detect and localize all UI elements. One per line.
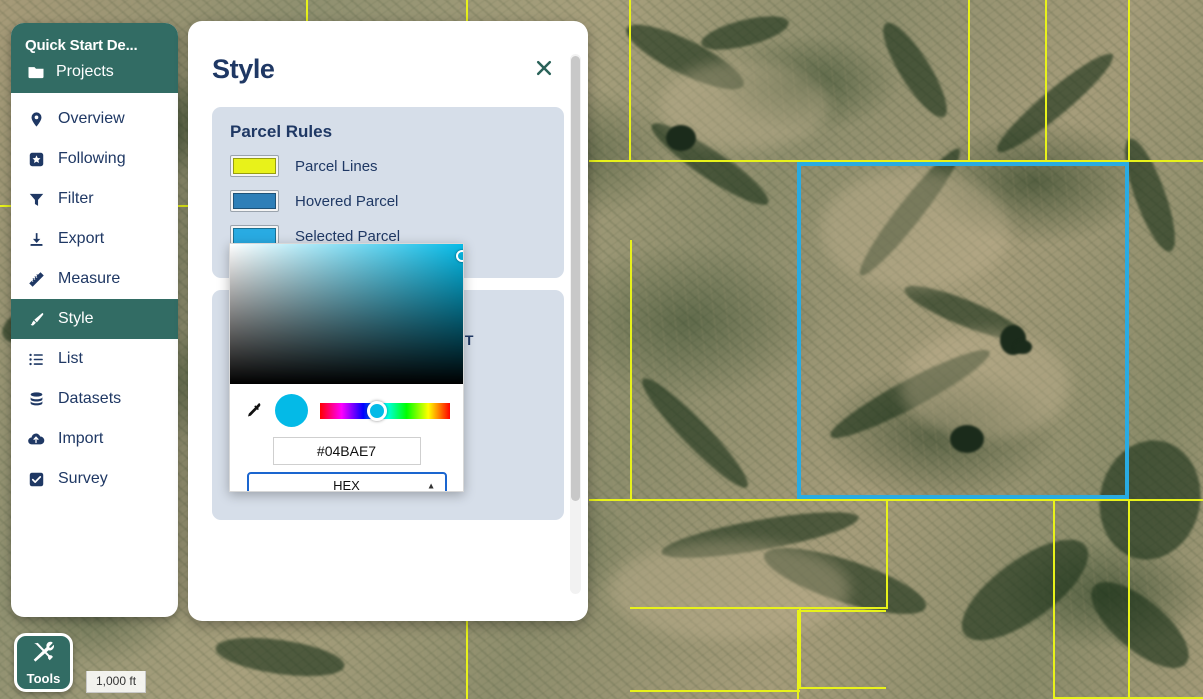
map-pin-icon	[27, 110, 45, 128]
parcel-line	[1128, 0, 1130, 160]
sidebar-item-label: Measure	[58, 270, 121, 287]
parcel-line	[799, 687, 886, 689]
sidebar-item-label: Filter	[58, 190, 94, 207]
navigation-sidebar: Quick Start De... Projects Overview Foll…	[11, 23, 178, 617]
parcel-line	[886, 499, 888, 609]
sidebar-menu: Overview Following Filter Export Measure	[11, 93, 178, 499]
parcel-line	[1053, 499, 1055, 699]
eyedropper-icon[interactable]	[243, 401, 263, 421]
sidebar-item-label: Survey	[58, 470, 108, 487]
sidebar-item-filter[interactable]: Filter	[11, 179, 178, 219]
sidebar-item-projects[interactable]: Projects	[11, 62, 178, 83]
rule-label: Parcel Lines	[295, 157, 378, 175]
database-icon	[27, 390, 45, 408]
sidebar-item-label: Datasets	[58, 390, 122, 407]
color-picker-popover: HEX ◂	[229, 243, 464, 492]
parcel-line	[799, 607, 801, 687]
swatch-fill	[233, 158, 276, 174]
scale-bar: 1,000 ft	[86, 671, 147, 693]
parcel-line	[968, 0, 970, 160]
parcel-line	[630, 607, 886, 609]
tools-button[interactable]: Tools	[14, 633, 73, 692]
parcel-rules-title: Parcel Rules	[230, 122, 333, 141]
parcel-line	[799, 610, 886, 612]
sidebar-item-label: Export	[58, 230, 105, 247]
parcel-line	[589, 499, 1203, 501]
panel-scrollbar[interactable]	[570, 54, 581, 594]
sidebar-item-following[interactable]: Following	[11, 139, 178, 179]
project-title: Quick Start De...	[25, 37, 138, 54]
paintbrush-icon	[27, 310, 45, 328]
parcel-line	[1128, 499, 1130, 699]
panel-scrollbar-thumb[interactable]	[571, 56, 580, 501]
tools-button-label: Tools	[26, 670, 61, 686]
parcel-line	[1045, 0, 1047, 160]
list-icon	[27, 350, 45, 368]
folder-icon	[27, 63, 45, 81]
download-icon	[27, 230, 45, 248]
rule-row-hovered-parcel: Hovered Parcel	[230, 190, 546, 212]
chevron-updown-icon: ◂	[425, 482, 437, 489]
water-body	[666, 125, 696, 151]
checkbox-icon	[27, 470, 45, 488]
projects-label: Projects	[56, 63, 114, 80]
sidebar-item-list[interactable]: List	[11, 339, 178, 379]
terrain-detail	[610, 540, 850, 640]
cloud-upload-icon	[27, 430, 45, 448]
sidebar-item-label: Overview	[58, 110, 125, 127]
star-badge-icon	[27, 150, 45, 168]
sidebar-item-datasets[interactable]: Datasets	[11, 379, 178, 419]
sidebar-item-overview[interactable]: Overview	[11, 99, 178, 139]
hue-slider-handle[interactable]	[367, 400, 388, 421]
sidebar-item-measure[interactable]: Measure	[11, 259, 178, 299]
selected-parcel-highlight[interactable]	[797, 162, 1129, 499]
color-swatch-parcel-lines[interactable]	[230, 155, 279, 177]
parcel-line	[630, 690, 800, 692]
swatch-fill	[233, 193, 276, 209]
color-picker-controls	[230, 384, 463, 433]
sidebar-item-survey[interactable]: Survey	[11, 459, 178, 499]
color-swatch-hovered-parcel[interactable]	[230, 190, 279, 212]
page-title: Style	[212, 54, 275, 84]
funnel-icon	[27, 190, 45, 208]
sidebar-item-label: Import	[58, 430, 104, 447]
saturation-value-area[interactable]	[230, 244, 463, 384]
color-format-label: HEX	[333, 478, 360, 492]
sidebar-item-export[interactable]: Export	[11, 219, 178, 259]
map-canvas[interactable]	[0, 0, 1203, 699]
sidebar-item-import[interactable]: Import	[11, 419, 178, 459]
ruler-icon	[27, 270, 45, 288]
tools-icon	[31, 640, 56, 670]
sidebar-item-label: Style	[58, 310, 94, 327]
close-icon[interactable]	[533, 57, 555, 79]
parcel-line	[630, 240, 632, 500]
sidebar-item-label: Following	[58, 150, 126, 167]
sidebar-item-style[interactable]: Style	[11, 299, 178, 339]
hex-input[interactable]	[272, 437, 421, 465]
swatch-fill	[233, 228, 276, 244]
hue-slider[interactable]	[320, 400, 450, 421]
sidebar-header: Quick Start De... Projects	[11, 23, 178, 93]
rule-label: Selected Parcel	[295, 227, 401, 245]
saturation-handle[interactable]	[455, 249, 463, 262]
color-format-select[interactable]: HEX ◂	[246, 472, 447, 492]
current-color-preview	[275, 394, 308, 427]
parcel-line	[629, 0, 631, 160]
rule-row-parcel-lines: Parcel Lines	[230, 155, 546, 177]
rule-label: Hovered Parcel	[295, 192, 399, 210]
sidebar-item-label: List	[58, 350, 83, 367]
